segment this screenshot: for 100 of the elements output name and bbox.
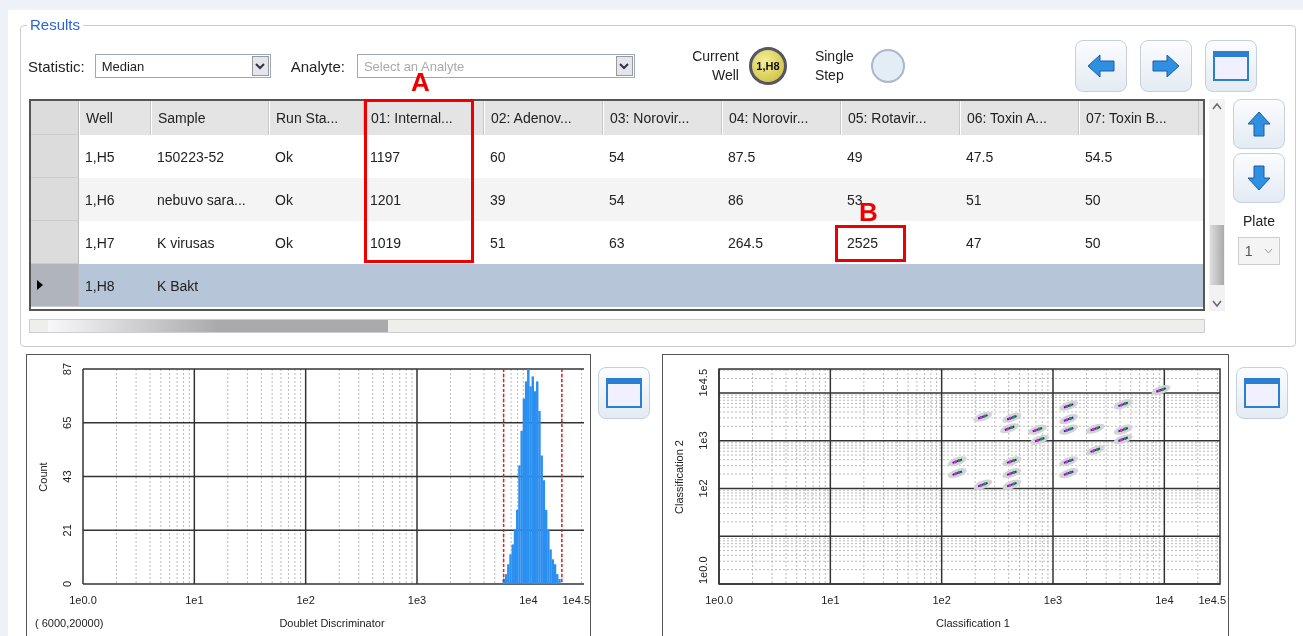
- window-icon: [1244, 378, 1280, 408]
- scatter-point: [1059, 414, 1079, 425]
- maximize-button[interactable]: [1236, 367, 1288, 419]
- scatter-point: [1002, 468, 1022, 479]
- table-cell: 39: [490, 191, 506, 208]
- table-cell: 1,H5: [85, 148, 115, 165]
- table-cell: 2525: [847, 234, 879, 251]
- column-header[interactable]: 05: Rotavir...: [841, 101, 960, 135]
- tick-label: 1e2: [697, 479, 709, 498]
- scroll-up-icon: [1212, 102, 1222, 110]
- table-cell: 60: [490, 148, 506, 165]
- tick-label: 1e0.0: [705, 594, 733, 606]
- scatter-point: [1002, 479, 1022, 490]
- table-cell: 87.5: [728, 148, 756, 165]
- left-arrow-icon: [1085, 53, 1116, 79]
- table-cell: K Bakt: [157, 277, 199, 294]
- scatter-point: [1113, 424, 1133, 435]
- current-row-icon: [37, 280, 43, 290]
- table-cell: 1,H7: [85, 234, 115, 251]
- table-cell: 150223-52: [157, 148, 224, 165]
- column-header[interactable]: Run Sta...: [269, 101, 364, 135]
- column-header[interactable]: 06: Toxin A...: [960, 101, 1079, 135]
- tick-label: 1e3: [1043, 594, 1063, 606]
- scroll-down-icon: [1212, 300, 1222, 308]
- up-button[interactable]: [1233, 99, 1285, 149]
- axis-label: Classification 1: [936, 617, 1010, 629]
- scatter-point: [1027, 424, 1047, 435]
- statistic-label: Statistic:: [28, 57, 85, 75]
- scatter-point: [1085, 423, 1105, 434]
- column-header[interactable]: 01: Internal...: [364, 101, 484, 135]
- right-arrow-icon: [1150, 53, 1181, 79]
- scatter-point: [1030, 434, 1050, 445]
- tick-label: 43: [61, 470, 73, 483]
- tick-label: 1e4: [519, 594, 538, 606]
- down-button[interactable]: [1233, 153, 1285, 203]
- table-cell: 47.5: [966, 148, 994, 165]
- tick-label: 1e4.5: [1198, 594, 1226, 606]
- table-cell: 63: [609, 234, 625, 251]
- tick-label: 21: [61, 524, 73, 537]
- previous-button[interactable]: [1074, 40, 1127, 92]
- horizontal-scrollbar[interactable]: [29, 319, 1205, 333]
- tick-label: 0: [61, 580, 73, 588]
- plate-label: Plate: [1243, 213, 1275, 229]
- table-cell: Ok: [275, 234, 293, 251]
- current-well-button[interactable]: 1,H8: [748, 47, 787, 85]
- scatter-point: [1113, 399, 1133, 410]
- table-row[interactable]: 1,H8 K Bakt: [31, 264, 1203, 307]
- tick-label: 1e3: [407, 594, 427, 606]
- table-cell: 1197: [370, 148, 401, 165]
- gate-line[interactable]: [502, 368, 505, 585]
- column-header[interactable]: Sample: [151, 101, 269, 135]
- single-step-label: Single Step: [814, 47, 855, 85]
- maximize-button[interactable]: [598, 367, 650, 419]
- down-arrow-icon: [1246, 164, 1272, 192]
- table-cell: 86: [728, 191, 744, 208]
- table-cell: 51: [966, 191, 982, 208]
- statistic-dropdown[interactable]: Median: [94, 54, 271, 78]
- column-header[interactable]: 04: Norovir...: [722, 101, 841, 135]
- table-row[interactable]: 1,H5 150223-52 Ok 1197 60 54 87.5 49 47.5 54.5: [31, 135, 1203, 178]
- axis-label: Count: [37, 462, 49, 492]
- scatter-point: [1113, 434, 1133, 445]
- scatter-point: [1002, 412, 1022, 423]
- maximize-button[interactable]: [1204, 40, 1257, 92]
- scatter-point: [1002, 456, 1022, 467]
- table-cell: Ok: [275, 148, 293, 165]
- tick-label: 1e0.0: [697, 556, 709, 584]
- vertical-scrollbar[interactable]: [1209, 99, 1225, 311]
- column-header[interactable]: 03: Norovir...: [603, 101, 722, 135]
- scatter-point: [1059, 424, 1079, 435]
- scatter-point: [947, 456, 967, 467]
- table-cell: 1019: [370, 234, 402, 251]
- scatter-point: [1151, 384, 1171, 396]
- scatter-point: [1000, 423, 1020, 434]
- single-step-toggle[interactable]: [870, 49, 905, 83]
- table-cell: nebuvo sara...: [157, 191, 246, 208]
- gate-line[interactable]: [561, 368, 563, 585]
- tick-label: 1e4.5: [697, 369, 709, 397]
- analyte-label: Analyte:: [290, 57, 345, 75]
- table-cell: Ok: [275, 191, 293, 208]
- tick-label: 65: [61, 416, 73, 429]
- scatter-point: [1059, 456, 1079, 467]
- up-arrow-icon: [1246, 110, 1272, 138]
- scatter-point: [947, 468, 967, 479]
- table-row[interactable]: 1,H7 K virusas Ok 1019 51 63 264.5 2525 47 50: [31, 221, 1203, 264]
- column-header[interactable]: Well: [79, 101, 151, 135]
- tick-label: 1e1: [821, 594, 840, 606]
- table-cell: 50: [1085, 191, 1101, 208]
- table-cell: K virusas: [157, 234, 215, 251]
- next-button[interactable]: [1139, 40, 1192, 92]
- table-cell: 54: [609, 148, 625, 165]
- scatter-point: [973, 479, 993, 490]
- column-header[interactable]: 07: Toxin B...: [1079, 101, 1199, 135]
- table-cell: 54: [609, 191, 625, 208]
- table-cell: 51: [490, 234, 506, 251]
- scatter-point: [1059, 400, 1079, 411]
- column-header[interactable]: 02: Adenov...: [484, 101, 603, 135]
- window-icon: [606, 378, 642, 408]
- gate-range-label: ( 6000,20000): [35, 617, 104, 629]
- tick-label: 1e1: [185, 594, 204, 606]
- table-cell: 50: [1085, 234, 1101, 251]
